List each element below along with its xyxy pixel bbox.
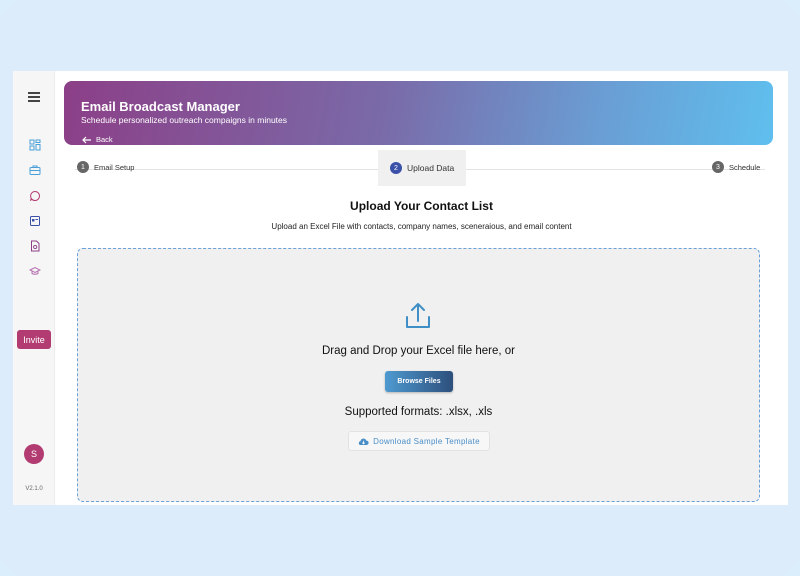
step-schedule[interactable]: 3 Schedule [712,161,760,173]
upload-subtitle: Upload an Excel File with contacts, comp… [271,222,572,231]
download-sample-button[interactable]: Download Sample Template [348,431,490,451]
header-banner: Email Broadcast Manager Schedule persona… [64,81,773,145]
step-number: 1 [77,161,89,173]
step-upload-data[interactable]: 2 Upload Data [378,150,467,186]
document-icon[interactable] [29,240,41,252]
arrow-left-icon [82,136,91,143]
step-label: Email Setup [94,162,135,172]
hamburger-menu-icon[interactable] [28,92,40,102]
calendar-icon[interactable] [29,215,41,227]
graduation-cap-icon[interactable] [29,265,41,277]
app-window: Invite S V2.1.0 Email Broadcast Manager … [13,71,788,505]
drop-instruction: Drag and Drop your Excel file here, or [321,345,516,357]
file-dropzone[interactable]: Drag and Drop your Excel file here, or B… [77,248,760,502]
back-button[interactable]: Back [82,135,113,144]
upload-icon [406,303,430,328]
page-title: Email Broadcast Manager [81,99,240,114]
sidebar: Invite S V2.1.0 [13,71,55,505]
upload-title: Upload Your Contact List [350,199,493,213]
back-label: Back [96,135,113,144]
step-label: Schedule [729,162,761,172]
step-label: Upload Data [407,163,455,173]
version-label: V2.1.0 [25,486,43,492]
invite-button[interactable]: Invite [17,330,51,349]
supported-formats: Supported formats: .xlsx, .xls [344,406,493,418]
dashboard-icon[interactable] [29,139,41,151]
step-email-setup[interactable]: 1 Email Setup [77,161,134,173]
step-number: 3 [712,161,724,173]
cloud-download-icon [358,438,369,445]
briefcase-icon[interactable] [29,164,41,176]
chat-icon[interactable] [29,190,41,202]
avatar[interactable]: S [24,444,44,464]
page-subtitle: Schedule personalized outreach compaigns… [81,115,288,125]
download-sample-label: Download Sample Template [373,436,480,446]
step-number: 2 [390,162,402,174]
browse-files-button[interactable]: Browse Files [385,371,453,392]
